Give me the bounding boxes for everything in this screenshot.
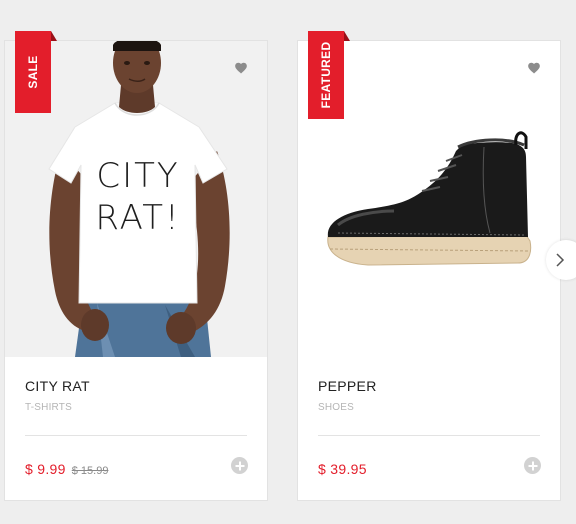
product-price: $ 39.95: [318, 461, 367, 477]
price-row: $ 39.95: [318, 461, 367, 477]
badge-label: SALE: [26, 55, 40, 89]
product-name[interactable]: CITY RAT: [25, 378, 90, 394]
heart-icon[interactable]: [527, 61, 541, 75]
shirt-print-line1: CITY: [96, 156, 179, 196]
product-category[interactable]: SHOES: [318, 402, 354, 413]
product-info: PEPPER SHOES $ 39.95: [298, 357, 560, 502]
product-name[interactable]: PEPPER: [318, 378, 377, 394]
product-info: CITY RAT T-SHIRTS $ 9.99 $ 15.99: [5, 357, 267, 502]
product-old-price: $ 15.99: [71, 465, 109, 477]
divider: [318, 435, 540, 436]
badge-label: FEATURED: [319, 41, 333, 109]
heart-icon[interactable]: [234, 61, 248, 75]
chevron-right-icon: [556, 253, 565, 267]
product-price: $ 9.99: [25, 461, 66, 477]
product-card[interactable]: SALE CITY RAT! CITY RAT T-SHIRTS $ 9.99 …: [4, 31, 268, 502]
divider: [25, 435, 247, 436]
product-card[interactable]: FEATURED PEPPER SHOES $ 39.95: [297, 31, 561, 502]
shirt-print-line2: RAT!: [95, 198, 180, 238]
price-row: $ 9.99 $ 15.99: [25, 461, 108, 477]
product-category[interactable]: T-SHIRTS: [25, 402, 72, 413]
plus-circle-icon[interactable]: [231, 457, 248, 474]
plus-circle-icon[interactable]: [524, 457, 541, 474]
featured-badge: FEATURED: [308, 31, 350, 119]
sale-badge: SALE: [15, 31, 57, 113]
